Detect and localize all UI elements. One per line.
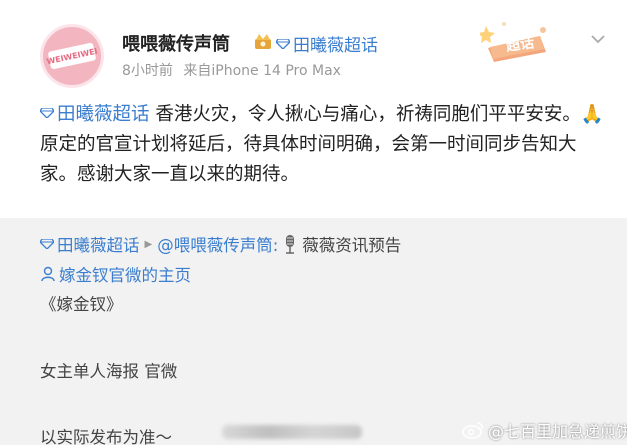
arrow-right-icon: ▶ — [144, 238, 153, 250]
repost-header: 田曦薇超话 ▶ @喂喂薇传声筒: 薇薇资讯预告 — [40, 232, 401, 256]
reposted-content[interactable]: 田曦薇超话 ▶ @喂喂薇传声筒: 薇薇资讯预告 嫁金钗官微的主页 《嫁金钗》 女… — [0, 218, 627, 447]
body-topic-link[interactable]: 田曦薇超话 — [57, 104, 150, 125]
watermark-text: @七百里加急递煎饼 — [488, 422, 627, 441]
diamond-icon — [276, 38, 290, 49]
homepage-link-label: 嫁金钗官微的主页 — [59, 266, 191, 285]
username[interactable]: 喂喂薇传声筒 — [122, 30, 230, 56]
homepage-link[interactable]: 嫁金钗官微的主页 — [40, 262, 191, 286]
post-source: 来自iPhone 14 Pro Max — [183, 63, 341, 79]
supertopic-badge-label: 超话 — [505, 35, 536, 55]
diamond-icon — [40, 239, 54, 249]
chevron-down-icon[interactable] — [590, 34, 606, 44]
topic-tag-label: 田曦薇超话 — [293, 36, 378, 56]
microphone-icon — [286, 235, 295, 254]
post-time: 8小时前 — [122, 63, 173, 79]
topic-tag-link[interactable]: 田曦薇超话 — [276, 31, 378, 56]
post-meta: 8小时前 来自iPhone 14 Pro Max — [122, 60, 341, 80]
weibo-post: WEIWEIWEI 喂喂薇传声筒 田曦薇超话 8小时前 来自iPhone 14 … — [0, 0, 627, 218]
repost-category: 薇薇资讯预告 — [302, 236, 402, 255]
avatar-label: WEIWEIWEI — [46, 42, 98, 70]
repost-note-line: 以实际发布为准～ — [40, 428, 172, 447]
person-icon — [41, 266, 55, 282]
watermark: @七百里加急递煎饼 — [462, 418, 627, 442]
weibo-logo-icon — [462, 422, 483, 439]
post-body: 田曦薇超话 香港火灾，令人揪心与痛心，祈祷同胞们平平安安。🙏 原定的官宣计划将延… — [40, 100, 610, 190]
diamond-icon — [40, 108, 54, 118]
fan-badge-icon — [255, 34, 271, 49]
repost-author-link[interactable]: @喂喂薇传声筒: — [157, 232, 278, 256]
blurred-text — [222, 425, 362, 439]
repost-topic-link[interactable]: 田曦薇超话 — [57, 232, 140, 256]
repost-poster-line: 女主单人海报 官微 — [40, 362, 178, 381]
avatar[interactable]: WEIWEIWEI — [40, 24, 104, 88]
repost-title: 《嫁金钗》 — [40, 295, 123, 314]
